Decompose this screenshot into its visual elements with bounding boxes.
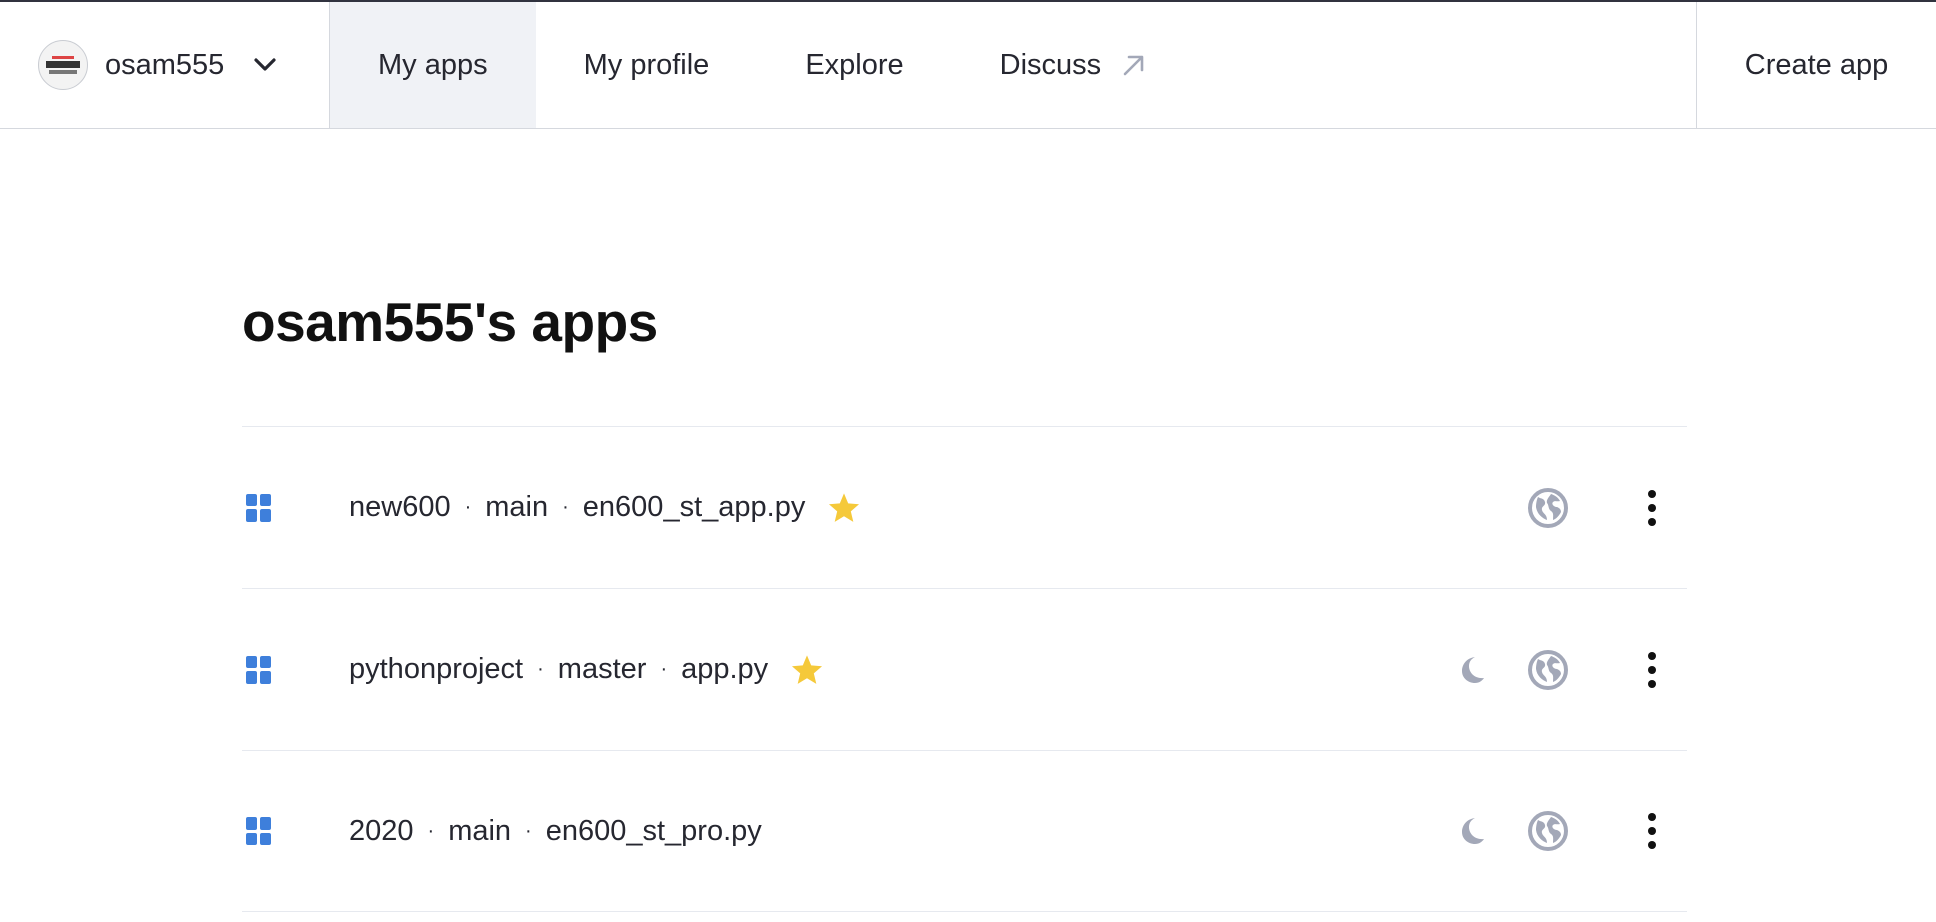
app-file: app.py bbox=[681, 653, 769, 685]
app-link[interactable]: new600 · main · en600_st_app.py bbox=[349, 491, 861, 524]
app-branch: main bbox=[485, 491, 549, 523]
kebab-menu-icon[interactable] bbox=[1645, 813, 1659, 849]
app-row: new600 · main · en600_st_app.py bbox=[242, 426, 1687, 588]
moon-icon bbox=[1462, 656, 1484, 683]
tab-label: Explore bbox=[805, 48, 904, 81]
app-repo: new600 bbox=[349, 491, 451, 523]
create-app-button[interactable]: Create app bbox=[1696, 2, 1936, 128]
star-icon bbox=[790, 654, 824, 686]
tab-label: Discuss bbox=[999, 48, 1102, 81]
external-arrow-icon bbox=[1121, 52, 1147, 78]
globe-icon[interactable] bbox=[1527, 487, 1569, 529]
user-menu[interactable]: osam555 bbox=[0, 2, 330, 128]
top-navbar: osam555 My apps My profile Explore Discu… bbox=[0, 2, 1936, 129]
tab-discuss[interactable]: Discuss bbox=[952, 2, 1196, 128]
separator: · bbox=[525, 819, 532, 842]
tab-my-apps[interactable]: My apps bbox=[330, 2, 536, 128]
dashboard-grid-icon bbox=[246, 493, 274, 522]
avatar bbox=[38, 40, 88, 90]
app-row: 2020 · main · en600_st_pro.py bbox=[242, 750, 1687, 912]
app-branch: master bbox=[557, 653, 647, 685]
tab-label: My profile bbox=[583, 48, 710, 81]
app-list: new600 · main · en600_st_app.py pythonpr… bbox=[242, 426, 1687, 912]
create-app-label: Create app bbox=[1744, 48, 1889, 81]
star-icon bbox=[827, 492, 861, 524]
separator: · bbox=[660, 658, 668, 680]
tab-my-profile[interactable]: My profile bbox=[536, 2, 758, 128]
tab-explore[interactable]: Explore bbox=[757, 2, 951, 128]
kebab-menu-icon[interactable] bbox=[1645, 489, 1659, 526]
app-file: en600_st_app.py bbox=[582, 491, 806, 523]
separator: · bbox=[562, 496, 569, 518]
chevron-down-icon[interactable] bbox=[254, 54, 276, 76]
separator: · bbox=[464, 496, 472, 518]
globe-icon[interactable] bbox=[1527, 649, 1569, 691]
dashboard-grid-icon bbox=[246, 655, 274, 684]
globe-icon[interactable] bbox=[1527, 810, 1569, 852]
app-link[interactable]: 2020 · main · en600_st_pro.py bbox=[349, 815, 762, 848]
app-branch: main bbox=[448, 814, 512, 847]
app-link[interactable]: pythonproject · master · app.py bbox=[349, 653, 824, 686]
app-repo: 2020 bbox=[349, 814, 414, 847]
app-row: pythonproject · master · app.py bbox=[242, 588, 1687, 750]
dashboard-grid-icon bbox=[246, 817, 274, 845]
tab-label: My apps bbox=[378, 48, 488, 81]
separator: · bbox=[537, 658, 544, 680]
separator: · bbox=[427, 819, 435, 842]
app-repo: pythonproject bbox=[349, 653, 524, 685]
kebab-menu-icon[interactable] bbox=[1645, 651, 1659, 688]
page-title: osam555's apps bbox=[242, 291, 658, 353]
moon-icon bbox=[1462, 818, 1484, 844]
app-file: en600_st_pro.py bbox=[545, 814, 762, 847]
user-name: osam555 bbox=[105, 48, 225, 81]
